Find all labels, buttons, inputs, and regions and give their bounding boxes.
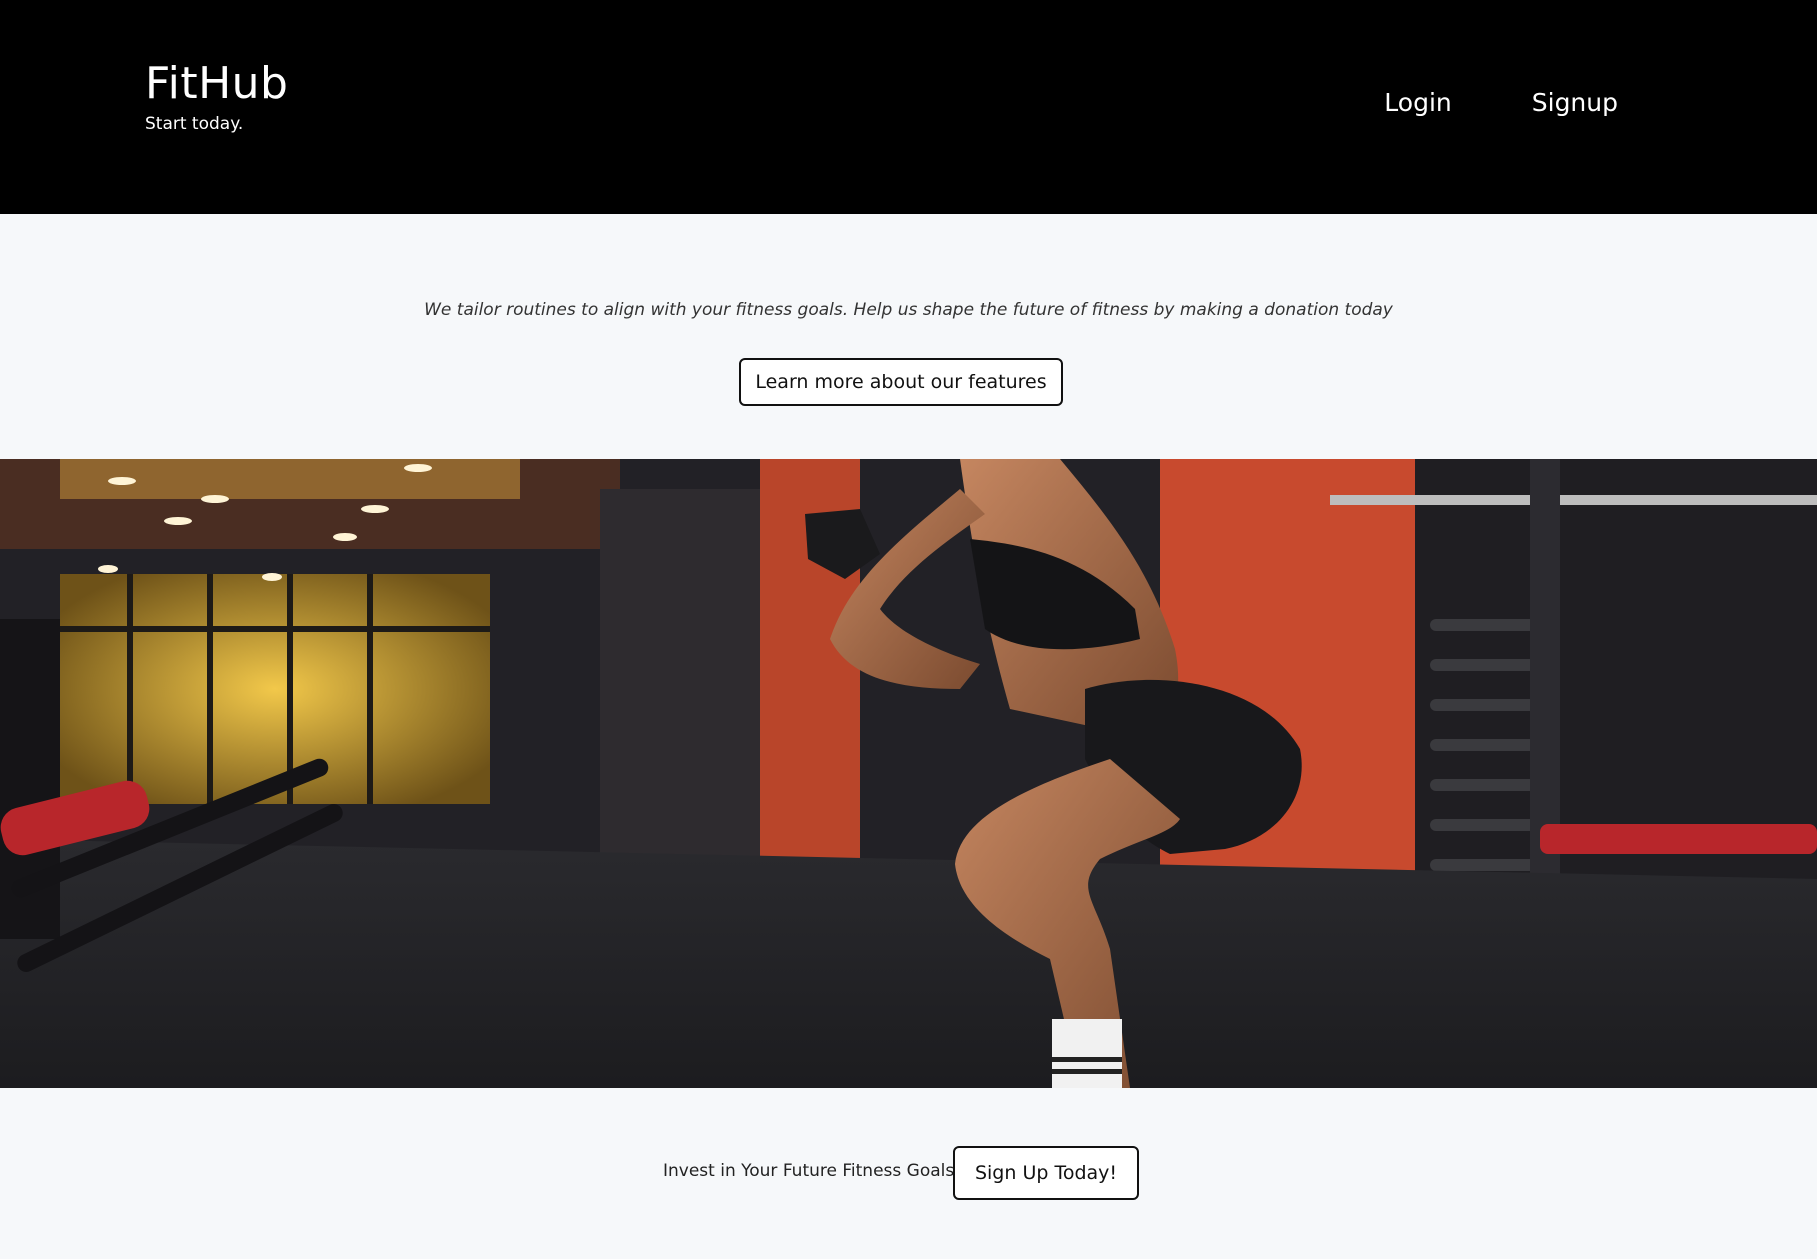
- page: FitHub Start today. Login Signup We tail…: [0, 0, 1817, 1259]
- brand[interactable]: FitHub Start today.: [145, 59, 289, 135]
- sign-up-today-button[interactable]: Sign Up Today!: [953, 1146, 1139, 1200]
- login-link[interactable]: Login: [1384, 88, 1451, 117]
- main-nav: Login Signup: [1384, 88, 1618, 117]
- brand-tagline: Start today.: [145, 114, 244, 135]
- hero-image: [0, 459, 1817, 1088]
- intro-text: We tailor routines to align with your fi…: [424, 300, 1393, 320]
- cta-section: Invest in Your Future Fitness Goals Sign…: [0, 1088, 1817, 1259]
- signup-link[interactable]: Signup: [1532, 88, 1618, 117]
- brand-title[interactable]: FitHub: [145, 59, 289, 108]
- site-header: FitHub Start today. Login Signup: [0, 0, 1817, 214]
- intro-section: We tailor routines to align with your fi…: [0, 214, 1817, 459]
- cta-text: Invest in Your Future Fitness Goals: [663, 1161, 955, 1181]
- gym-photo: [0, 459, 1817, 1088]
- learn-more-features-button[interactable]: Learn more about our features: [739, 358, 1063, 406]
